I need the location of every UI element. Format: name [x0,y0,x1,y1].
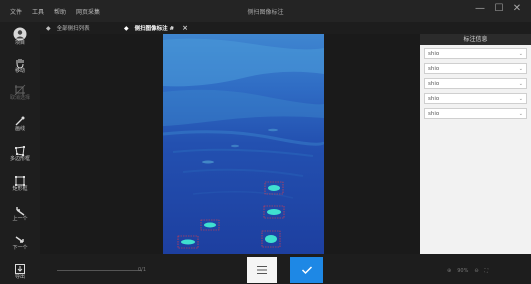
annotation-item[interactable]: shio ⌄ [424,78,527,89]
tool-label: 画线 [14,126,25,132]
bottom-bar: 0/1 ⊕ 90% ⊖ ⛶ [40,254,531,284]
title-bar: 文件 工具 帮助 网页采集 侧扫图像标注 — ☐ ✕ [0,0,531,22]
hand-icon [0,54,40,69]
tool-export[interactable]: 导出 [0,258,40,282]
minimize-button[interactable]: — [474,3,486,14]
tab-annotation[interactable]: ◆ 侧扫图像标注 # × [124,22,188,34]
chevron-down-icon: ⌄ [518,80,523,87]
annotation-list: shio ⌄ shio ⌄ shio ⌄ shio ⌄ shio ⌄ [420,45,531,126]
annotation-item-label: shio [428,95,440,102]
zoom-out-icon[interactable]: ⊖ [474,268,478,274]
chevron-down-icon: ⌄ [518,65,523,72]
chevron-down-icon: ⌄ [518,50,523,57]
tool-label: 导出 [14,274,25,280]
tool-label: 项目 [14,40,25,46]
tab-label: 全部侧扫列表 [56,26,90,32]
tool-sidebar: 项目 移动 取消选择 画线 多边形框 矩形框 上一个 下一个 导出 [0,22,40,284]
tab-sidescan-list[interactable]: ◆ 全部侧扫列表 [46,22,90,34]
tab-pin-icon: ◆ [124,24,129,32]
tool-previous[interactable]: 上一个 [0,200,40,224]
confirm-button[interactable] [290,257,323,283]
menu-lines-icon [257,266,267,274]
sonar-image-graphic [162,34,326,254]
window-title: 侧扫图像标注 [247,9,284,16]
tool-label: 上一个 [12,216,28,222]
avatar-icon [0,26,40,41]
tool-polygon[interactable]: 多边形框 [0,140,40,164]
tool-label: 下一个 [12,245,28,251]
tool-move[interactable]: 移动 [0,52,40,76]
tool-project[interactable]: 项目 [0,24,40,48]
annotation-item-label: shio [428,50,440,57]
redo-icon [0,231,40,243]
fit-screen-icon[interactable]: ⛶ [485,268,489,274]
annotation-item-label: shio [428,65,440,72]
tool-label: 取消选择 [9,95,30,101]
annotation-item-label: shio [428,80,440,87]
tab-pin-icon: ◆ [46,24,51,32]
slider-value: 0/1 [138,267,147,273]
tool-draw-line[interactable]: 画线 [0,110,40,134]
tool-label: 移动 [14,68,25,74]
panel-title: 标注信息 [420,34,531,45]
check-icon [301,266,312,275]
chevron-down-icon: ⌄ [518,95,523,102]
tool-deselect[interactable]: 取消选择 [0,79,40,103]
export-icon [0,260,40,274]
rectangle-icon [0,172,40,186]
sonar-image[interactable] [162,34,326,254]
annotation-item[interactable]: shio ⌄ [424,93,527,104]
tool-rectangle[interactable]: 矩形框 [0,170,40,194]
maximize-button[interactable]: ☐ [493,3,505,14]
close-button[interactable]: ✕ [511,3,523,14]
pen-icon [0,112,40,126]
zoom-level: 90% [457,268,469,274]
undo-icon [0,202,40,216]
tool-label: 多边形框 [9,156,30,162]
zoom-controls: ⊕ 90% ⊖ ⛶ [447,268,494,274]
zoom-in-icon[interactable]: ⊕ [447,268,451,274]
polygon-icon [0,142,40,156]
tab-close-icon[interactable]: × [182,24,188,32]
annotation-item[interactable]: shio ⌄ [424,63,527,74]
crop-icon [0,81,40,96]
annotation-item[interactable]: shio ⌄ [424,48,527,59]
tool-next[interactable]: 下一个 [0,229,40,253]
image-slider[interactable] [57,270,142,271]
chevron-down-icon: ⌄ [518,110,523,117]
tool-label: 矩形框 [12,186,28,192]
list-button[interactable] [247,257,277,283]
annotation-item[interactable]: shio ⌄ [424,108,527,119]
tab-label: 侧扫图像标注 # [134,26,175,32]
annotation-item-label: shio [428,110,440,117]
annotation-panel: 标注信息 shio ⌄ shio ⌄ shio ⌄ shio ⌄ shio ⌄ [420,34,531,254]
tab-bar: ◆ 全部侧扫列表 ◆ 侧扫图像标注 # × [40,22,531,34]
